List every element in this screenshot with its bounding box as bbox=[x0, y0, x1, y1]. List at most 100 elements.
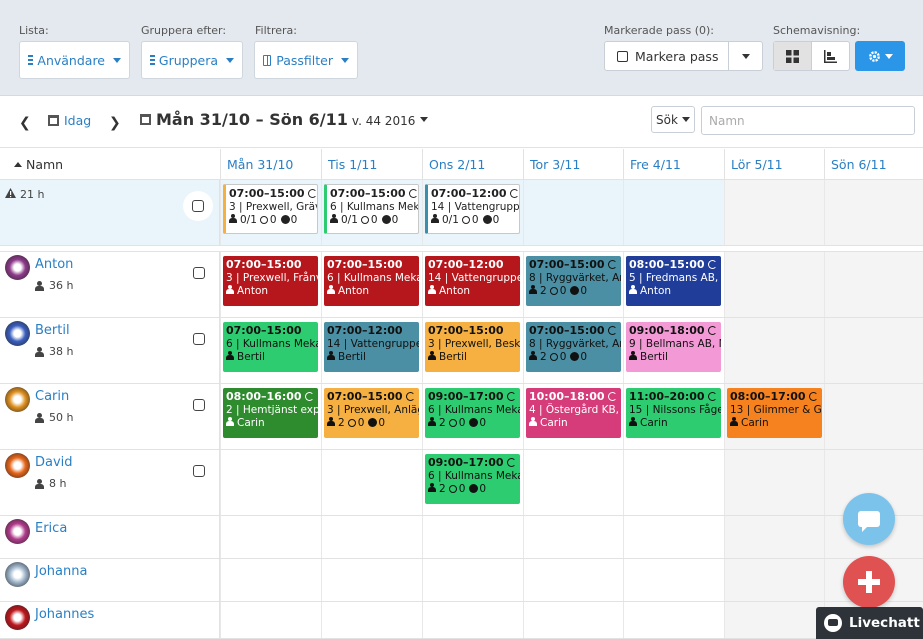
shift-card[interactable]: 07:00–15:008 | Ryggvärket, Anläggning200 bbox=[526, 256, 621, 306]
shift-card[interactable]: 09:00–17:006 | Kullmans Mekaniska200 bbox=[425, 388, 520, 438]
day-header[interactable]: Mån 31/10 bbox=[220, 149, 321, 180]
shift-card[interactable]: 07:00–12:0014 | Vattengruppen ABBertil bbox=[324, 322, 419, 372]
user-name-link[interactable]: Anton bbox=[35, 257, 73, 272]
user-name-link[interactable]: Carin bbox=[35, 389, 69, 404]
today-label: Idag bbox=[64, 113, 92, 128]
day-cell[interactable] bbox=[724, 559, 825, 601]
day-cell[interactable] bbox=[824, 252, 923, 317]
repeat-icon bbox=[808, 392, 818, 401]
name-column-header[interactable]: Namn bbox=[0, 149, 220, 180]
day-cell[interactable] bbox=[422, 559, 523, 601]
day-cell[interactable] bbox=[220, 559, 321, 601]
day-cell[interactable] bbox=[724, 180, 825, 245]
shift-card[interactable]: 11:00–20:0015 | Nilssons FågelhandelCari… bbox=[626, 388, 721, 438]
shift-card[interactable]: 08:00–15:005 | Fredmans AB, KontorAnton bbox=[626, 256, 721, 306]
user-name-link[interactable]: Erica bbox=[35, 521, 67, 536]
user-icon bbox=[529, 417, 537, 426]
open-row-select[interactable] bbox=[183, 191, 213, 221]
shift-card[interactable]: 07:00–15:003 | Prexwell, Anläggning200 bbox=[324, 388, 419, 438]
gruppera-dropdown[interactable]: Gruppera bbox=[141, 41, 243, 79]
user-name-link[interactable]: Johannes bbox=[35, 607, 94, 622]
user-icon bbox=[330, 214, 338, 223]
shift-card[interactable]: 07:00–15:003 | Prexwell, BeskärningBerti… bbox=[425, 322, 520, 372]
shift-description: 9 | Bellmans AB, Nord bbox=[629, 338, 721, 350]
open-shift[interactable]: 07:00–12:0014 | Vattengruppen AB0/1 0 0 bbox=[425, 184, 520, 234]
day-header[interactable]: Sön 6/11 bbox=[824, 149, 923, 180]
day-cell[interactable] bbox=[523, 516, 624, 558]
day-header[interactable]: Lör 5/11 bbox=[724, 149, 825, 180]
day-cell[interactable] bbox=[523, 180, 624, 245]
day-cell[interactable] bbox=[523, 559, 624, 601]
open-shift[interactable]: 07:00–15:006 | Kullmans Mekaniska0/1 0 0 bbox=[324, 184, 419, 234]
day-cell[interactable] bbox=[422, 516, 523, 558]
day-cell[interactable] bbox=[623, 180, 724, 245]
day-cell[interactable] bbox=[724, 602, 825, 638]
day-cell[interactable] bbox=[220, 450, 321, 515]
day-cell[interactable] bbox=[321, 516, 422, 558]
today-button[interactable]: Idag bbox=[48, 113, 91, 128]
day-cell[interactable] bbox=[623, 516, 724, 558]
day-header[interactable]: Tor 3/11 bbox=[523, 149, 624, 180]
user-name-link[interactable]: Bertil bbox=[35, 323, 70, 338]
clock-count: 0 bbox=[559, 285, 567, 297]
add-shift-button[interactable] bbox=[843, 556, 895, 608]
open-shift[interactable]: 07:00–15:003 | Prexwell, Grävarvägen0/10… bbox=[223, 184, 318, 234]
day-cell[interactable] bbox=[321, 450, 422, 515]
day-cell[interactable] bbox=[824, 318, 923, 383]
shift-card[interactable]: 07:00–15:006 | Kullmans MekaniskaBertil bbox=[223, 322, 318, 372]
shift-card[interactable]: 08:00–17:0013 | Glimmer & GlansCarin bbox=[727, 388, 822, 438]
chevron-left-icon[interactable]: ❮ bbox=[19, 115, 31, 131]
name-search-input[interactable] bbox=[701, 106, 915, 135]
shift-card[interactable]: 07:00–15:006 | Kullmans MekaniskaAnton bbox=[324, 256, 419, 306]
date-range-picker[interactable]: Mån 31/10 – Sön 6/11 v. 44 2016 bbox=[140, 110, 429, 129]
user-row: Anton36 h07:00–15:003 | Prexwell, Frånva… bbox=[0, 252, 923, 318]
chat-button[interactable] bbox=[843, 493, 895, 545]
settings-dropdown-button[interactable] bbox=[855, 41, 905, 71]
row-checkbox[interactable] bbox=[193, 465, 205, 477]
shift-card[interactable]: 07:00–15:008 | Ryggvärket, Anläggning200 bbox=[526, 322, 621, 372]
row-checkbox[interactable] bbox=[193, 333, 205, 345]
user-name-link[interactable]: David bbox=[35, 455, 73, 470]
shift-card[interactable]: 10:00–18:004 | Östergård KB, EntréCarin bbox=[526, 388, 621, 438]
search-mode-dropdown[interactable]: Sök bbox=[651, 106, 695, 133]
user-icon bbox=[428, 285, 436, 294]
caret-down-icon bbox=[420, 117, 429, 122]
row-checkbox[interactable] bbox=[193, 267, 205, 279]
day-cell[interactable] bbox=[724, 516, 825, 558]
mark-shifts-dropdown-toggle[interactable] bbox=[729, 42, 762, 70]
day-cell[interactable] bbox=[623, 559, 724, 601]
livechat-button[interactable]: Livechatt bbox=[816, 607, 923, 639]
day-cell[interactable] bbox=[321, 559, 422, 601]
shift-card[interactable]: 09:00–17:006 | Kullmans Mekaniska200 bbox=[425, 454, 520, 504]
day-cell[interactable] bbox=[623, 450, 724, 515]
repeat-icon bbox=[408, 189, 418, 198]
day-header[interactable]: Fre 4/11 bbox=[623, 149, 724, 180]
shift-card[interactable]: 07:00–15:003 | Prexwell, FrånvaroAnton bbox=[223, 256, 318, 306]
day-cell[interactable] bbox=[724, 318, 825, 383]
lista-dropdown[interactable]: Användare bbox=[19, 41, 130, 79]
passfilter-dropdown[interactable]: Passfilter bbox=[254, 41, 358, 79]
shift-card[interactable]: 07:00–12:0014 | Vattengruppen ABAnton bbox=[425, 256, 520, 306]
chevron-right-icon[interactable]: ❯ bbox=[109, 115, 121, 131]
day-cell[interactable] bbox=[623, 602, 724, 638]
row-checkbox[interactable] bbox=[192, 200, 204, 212]
day-cell[interactable] bbox=[220, 602, 321, 638]
day-cell[interactable] bbox=[523, 602, 624, 638]
user-name-link[interactable]: Johanna bbox=[35, 564, 87, 579]
day-cell[interactable] bbox=[824, 180, 923, 245]
shift-card[interactable]: 09:00–18:009 | Bellmans AB, NordBertil bbox=[626, 322, 721, 372]
day-header[interactable]: Ons 2/11 bbox=[422, 149, 523, 180]
day-cell[interactable] bbox=[220, 516, 321, 558]
day-cell[interactable] bbox=[321, 602, 422, 638]
day-cell[interactable] bbox=[824, 384, 923, 449]
grid-view-button[interactable] bbox=[774, 42, 812, 70]
day-cell[interactable] bbox=[422, 602, 523, 638]
day-cell[interactable] bbox=[523, 450, 624, 515]
row-checkbox[interactable] bbox=[193, 399, 205, 411]
day-cell[interactable] bbox=[724, 252, 825, 317]
day-header[interactable]: Tis 1/11 bbox=[321, 149, 422, 180]
shift-card[interactable]: 08:00–16:002 | Hemtjänst expressCarin bbox=[223, 388, 318, 438]
timeline-view-button[interactable] bbox=[812, 42, 849, 70]
mark-shifts-button[interactable]: Markera pass bbox=[605, 42, 729, 70]
day-cell[interactable] bbox=[724, 450, 825, 515]
